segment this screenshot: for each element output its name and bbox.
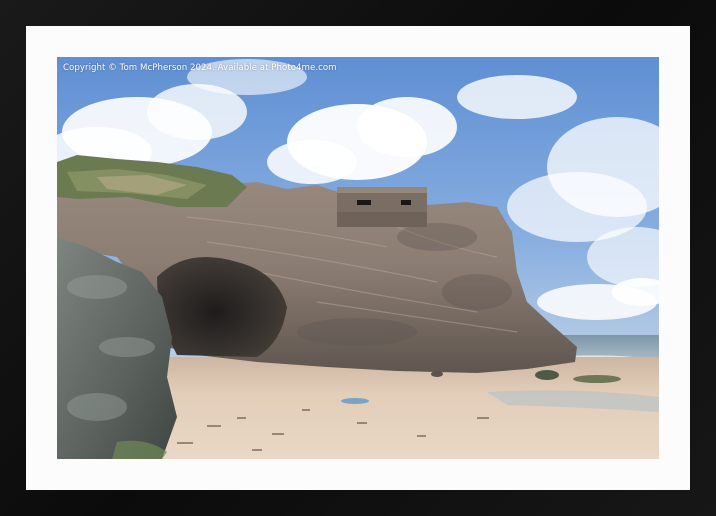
mount-board: Copyright © Tom McPherson 2024. Availabl… [26,26,690,490]
photo-scene [57,57,659,459]
pillbox [337,187,427,227]
photograph: Copyright © Tom McPherson 2024. Availabl… [57,57,659,459]
small-rock [535,370,559,380]
copyright-watermark: Copyright © Tom McPherson 2024. Availabl… [63,63,337,73]
